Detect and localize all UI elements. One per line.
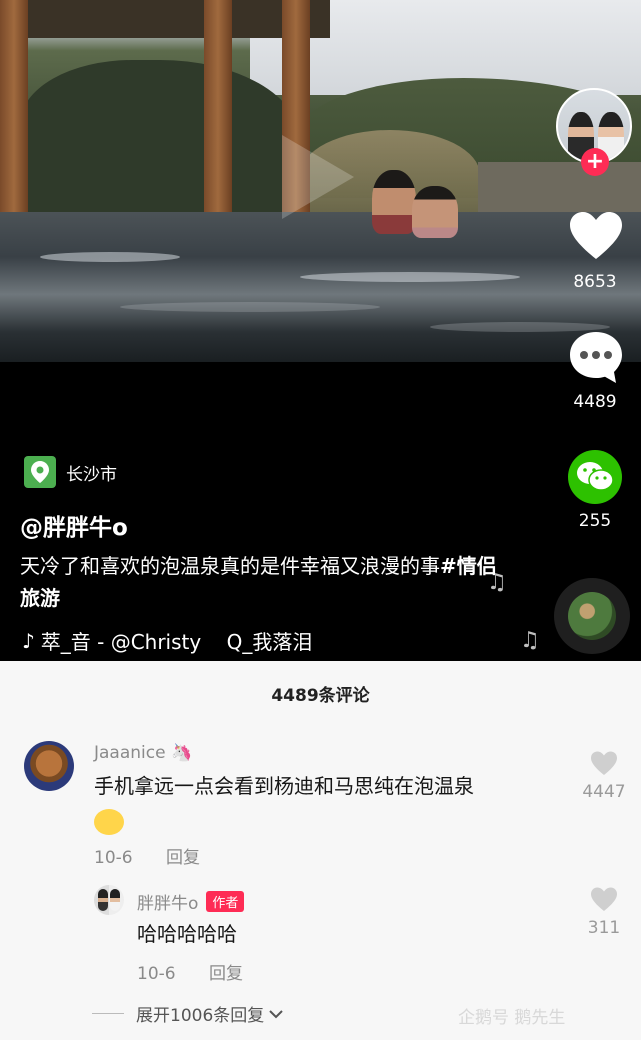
music-cover-image xyxy=(568,592,616,640)
pavilion-pillar xyxy=(0,0,28,220)
video-building xyxy=(478,162,641,214)
video-person xyxy=(412,186,458,238)
reply-button[interactable]: 回复 xyxy=(209,964,243,984)
reply-button[interactable]: 回复 xyxy=(166,848,200,868)
share-count: 255 xyxy=(578,511,612,531)
like-heart-icon[interactable] xyxy=(568,210,624,262)
video-caption: 天冷了和喜欢的泡温泉真的是件幸福又浪漫的事#情侣旅游 xyxy=(20,550,500,614)
pavilion-pillar xyxy=(204,0,232,220)
like-count: 8653 xyxy=(573,272,617,292)
reply-text: 哈哈哈哈哈 xyxy=(137,922,237,946)
comment-meta: 10-6 回复 xyxy=(94,843,200,868)
video-water xyxy=(0,212,641,362)
reply-author-name[interactable]: 胖胖牛ο 作者 xyxy=(137,889,245,914)
location-label: 长沙市 xyxy=(66,464,117,485)
pavilion-roof xyxy=(0,0,330,38)
chevron-down-icon xyxy=(269,1009,283,1018)
comment-like-count: 4447 xyxy=(582,782,626,802)
expand-replies-label: 展开1006条回复 xyxy=(136,1006,265,1026)
comment-text: 手机拿远一点会看到杨迪和马思纯在泡温泉 xyxy=(94,769,554,837)
music-title: 萃_音 - @Christy Q_我落泪 xyxy=(40,630,313,654)
comments-title: 4489条评论 xyxy=(271,686,370,706)
comment-date: 10-6 xyxy=(94,848,133,868)
author-handle[interactable]: @胖胖牛ο xyxy=(20,508,128,542)
video-person xyxy=(372,170,416,234)
unicorn-emoji-icon: 🦄 xyxy=(170,743,193,763)
grin-emoji-icon xyxy=(94,808,124,835)
tiktok-note-icon: ♪ xyxy=(22,628,35,653)
commenter-avatar[interactable] xyxy=(24,741,74,791)
comments-panel: 4489条评论 Jaaanice 🦄 手机拿远一点会看到杨迪和马思纯在泡温泉 1… xyxy=(0,661,641,1040)
video-player[interactable] xyxy=(0,0,641,362)
music-note-icon: ♫ xyxy=(520,628,540,653)
reply-meta: 10-6 回复 xyxy=(137,959,243,984)
reply-date: 10-6 xyxy=(137,964,176,984)
reply-like-count: 311 xyxy=(587,918,621,938)
comment-like[interactable]: 4447 xyxy=(569,751,639,802)
comment-count: 4489 xyxy=(573,392,617,412)
reply-heart-icon xyxy=(591,887,617,911)
commenter-name[interactable]: Jaaanice 🦄 xyxy=(94,743,192,763)
expand-replies-button[interactable]: 展开1006条回复 xyxy=(92,1001,284,1026)
divider xyxy=(92,1013,124,1014)
reply-author-avatar[interactable] xyxy=(94,885,124,915)
reply-like[interactable]: 311 xyxy=(569,887,639,938)
watermark: 企鹅号 鹅先生 xyxy=(458,1008,566,1028)
play-icon[interactable] xyxy=(282,135,354,219)
music-disc[interactable] xyxy=(554,578,630,654)
video-foliage xyxy=(20,60,300,220)
location-tag[interactable]: 长沙市 xyxy=(24,456,117,488)
comment-heart-icon xyxy=(591,751,617,775)
author-badge: 作者 xyxy=(206,891,245,912)
follow-plus-button[interactable]: + xyxy=(581,148,609,176)
caption-text: 天冷了和喜欢的泡温泉真的是件幸福又浪漫的事 xyxy=(20,554,440,578)
location-pin-icon xyxy=(24,456,56,488)
wechat-share-icon[interactable] xyxy=(568,450,622,504)
comment-bubble-icon[interactable] xyxy=(568,330,624,386)
music-ticker[interactable]: ♪ 萃_音 - @Christy Q_我落泪 xyxy=(22,626,312,655)
